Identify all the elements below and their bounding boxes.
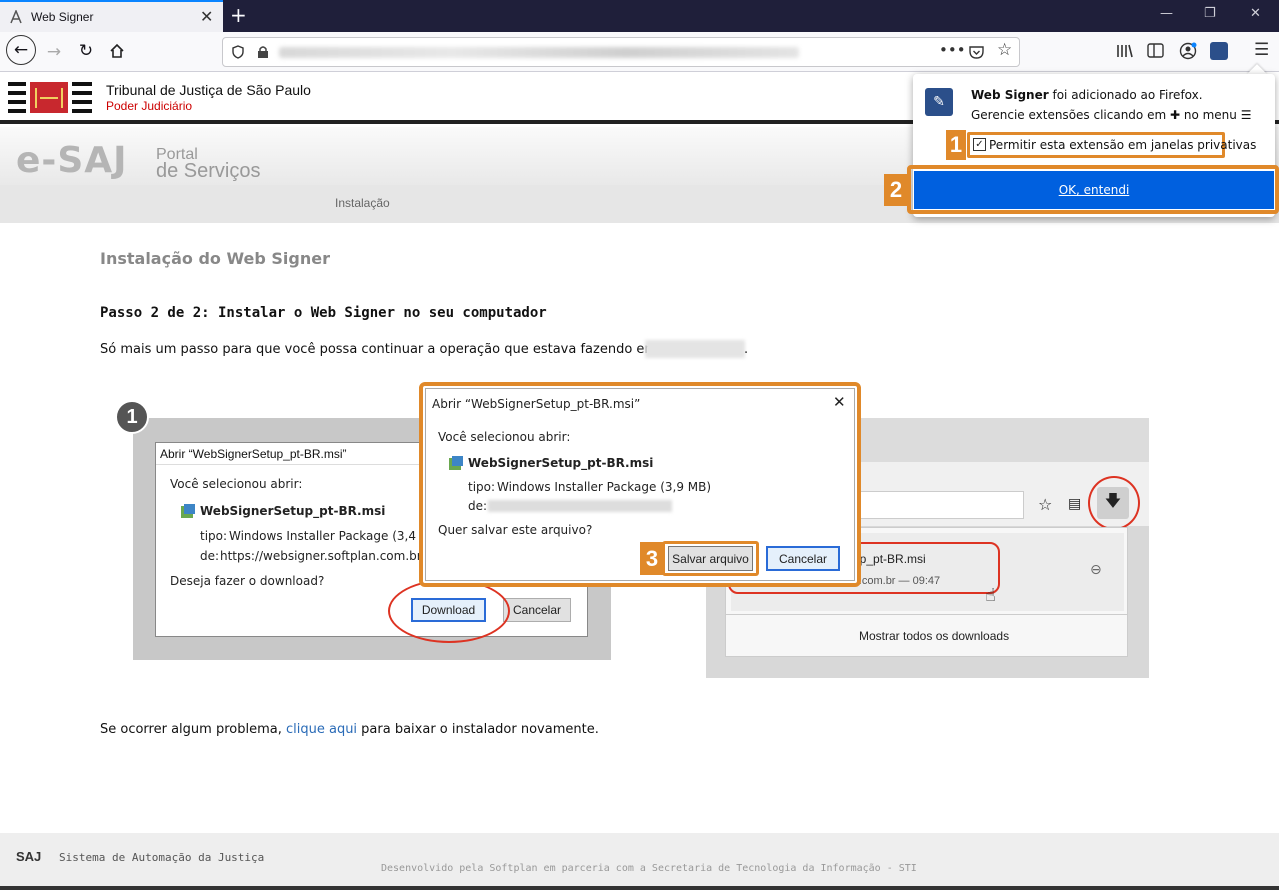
popup-extension-name: Web Signer — [971, 88, 1049, 102]
popup-manage-message: Gerencie extensões clicando em ✚ no menu… — [971, 108, 1251, 122]
problem-text-before: Se ocorrer algum problema, — [100, 722, 286, 737]
private-windows-label[interactable]: Permitir esta extensão em janelas privat… — [989, 138, 1256, 152]
illustration-url-field — [852, 491, 1024, 519]
dialog-type-value: Windows Installer Package (3,9 MB) — [497, 480, 712, 494]
ok-understood-button[interactable]: OK, entendi — [914, 171, 1274, 209]
cancel-button[interactable]: Cancelar — [503, 598, 571, 622]
url-text-redacted — [279, 47, 799, 58]
account-icon[interactable] — [1179, 42, 1197, 60]
redacted-source — [488, 500, 672, 512]
close-window-button[interactable]: ✕ — [1250, 6, 1261, 21]
shield-icon — [232, 45, 244, 59]
esaj-logo[interactable]: e-SAJ — [16, 140, 128, 181]
highlight-circle — [1088, 476, 1140, 530]
dialog-question: Quer salvar este arquivo? — [438, 523, 593, 537]
url-bar[interactable]: ••• ☆ — [222, 37, 1020, 67]
dialog-title: Abrir “WebSignerSetup_pt-BR.msi” — [160, 447, 347, 461]
show-all-downloads-link: Mostrar todos os downloads — [859, 629, 1010, 643]
reload-icon: ↻ — [78, 41, 94, 61]
dialog-filename: WebSignerSetup_pt-BR.msi — [200, 504, 386, 518]
dialog-from-label: de: — [200, 549, 220, 563]
popup-manage-text: Gerencie extensões clicando em — [971, 108, 1170, 122]
checkmark-icon: ✓ — [975, 139, 984, 150]
forward-button[interactable]: → — [40, 38, 68, 66]
step-badge-1: 1 — [115, 400, 149, 434]
msi-package-icon — [449, 456, 463, 470]
web-signer-extension-icon: ✎ — [925, 88, 953, 116]
reload-button[interactable]: ↻ — [72, 37, 100, 65]
court-subtitle: Poder Judiciário — [106, 99, 193, 113]
dialog-question: Deseja fazer o download? — [170, 574, 325, 588]
pocket-icon[interactable] — [969, 45, 984, 59]
library-icon: ▤ — [1068, 496, 1082, 512]
problem-text: Se ocorrer algum problema, clique aqui p… — [100, 722, 599, 737]
highlight-circle — [388, 579, 510, 643]
saj-footer-logo: SAJ — [16, 849, 42, 864]
hamburger-menu-icon[interactable]: ☰ — [1254, 40, 1269, 60]
private-windows-checkbox[interactable]: ✓ — [973, 138, 986, 151]
tab-title: Web Signer — [31, 10, 94, 24]
msi-package-icon — [181, 504, 195, 518]
step-badge-3: 3 — [640, 542, 664, 575]
popup-added-message: Web Signer foi adicionado ao Firefox. — [971, 88, 1203, 102]
footer-system-name: Sistema de Automação da Justiça — [59, 851, 265, 864]
close-icon: ✕ — [833, 393, 846, 411]
tab-close-icon[interactable]: ✕ — [200, 7, 213, 26]
divider — [725, 614, 1128, 615]
step-badge-1-orange: 1 — [946, 130, 966, 160]
dialog-type-label: tipo: — [200, 529, 228, 543]
popup-manage-text-end: no menu ☰ — [1180, 108, 1252, 122]
dialog-selected-label: Você selecionou abrir: — [170, 477, 303, 491]
menu-item-instalacao[interactable]: Instalação — [335, 196, 390, 210]
puzzle-piece-icon: ✚ — [1169, 108, 1181, 122]
page-actions-icon[interactable]: ••• — [939, 41, 966, 59]
arrow-left-icon: ← — [13, 40, 29, 60]
bookmark-star-icon[interactable]: ☆ — [997, 40, 1012, 60]
back-button[interactable]: ← — [6, 35, 36, 65]
dialog-from-value: https://websigner.softplan.com.br — [220, 549, 422, 563]
portal-services-label: de Serviços — [156, 160, 261, 182]
dialog-from-label: de: — [468, 499, 488, 513]
web-signer-favicon-icon — [10, 10, 22, 24]
hand-cursor-icon: ☝ — [985, 585, 996, 606]
problem-text-after: para baixar o instalador novamente. — [357, 722, 599, 737]
footer-developed-by: Desenvolvido pela Softplan em parceria c… — [381, 863, 917, 874]
open-folder-icon: ⊖ — [1090, 562, 1102, 578]
dialog-type-value: Windows Installer Package (3,4 MB) — [229, 529, 444, 543]
step-badge-2: 2 — [884, 174, 908, 206]
sao-paulo-flag-logo-icon — [8, 78, 92, 118]
bookmark-star-icon: ☆ — [1038, 495, 1053, 514]
popup-added-text: foi adicionado ao Firefox. — [1048, 88, 1203, 102]
redacted-site-name — [645, 340, 745, 358]
save-file-button[interactable]: Salvar arquivo — [668, 546, 753, 571]
cancel-button[interactable]: Cancelar — [766, 546, 840, 571]
sidebar-icon[interactable] — [1147, 43, 1164, 58]
home-icon — [110, 43, 124, 58]
court-title: Tribunal de Justiça de São Paulo — [106, 82, 311, 98]
new-tab-button[interactable]: + — [230, 3, 247, 27]
dialog-type-label: tipo: — [468, 480, 496, 494]
dialog-filename: WebSignerSetup_pt-BR.msi — [468, 456, 654, 470]
restore-button[interactable]: ❐ — [1204, 6, 1216, 21]
dialog-selected-label: Você selecionou abrir: — [438, 430, 571, 444]
tab-web-signer[interactable]: Web Signer ✕ — [0, 0, 223, 32]
home-button[interactable] — [103, 37, 131, 65]
library-icon[interactable] — [1116, 43, 1134, 59]
step-heading: Passo 2 de 2: Instalar o Web Signer no s… — [100, 305, 547, 321]
lock-icon — [258, 46, 268, 58]
intro-period: . — [744, 342, 749, 357]
page-title: Instalação do Web Signer — [100, 249, 330, 268]
dialog-title: Abrir “WebSignerSetup_pt-BR.msi” — [432, 397, 641, 411]
minimize-button[interactable]: — — [1160, 6, 1173, 21]
web-signer-extension-icon[interactable] — [1210, 42, 1228, 60]
download-again-link[interactable]: clique aqui — [286, 722, 357, 737]
intro-text: Só mais um passo para que você possa con… — [100, 342, 658, 357]
arrow-right-icon: → — [46, 42, 62, 62]
